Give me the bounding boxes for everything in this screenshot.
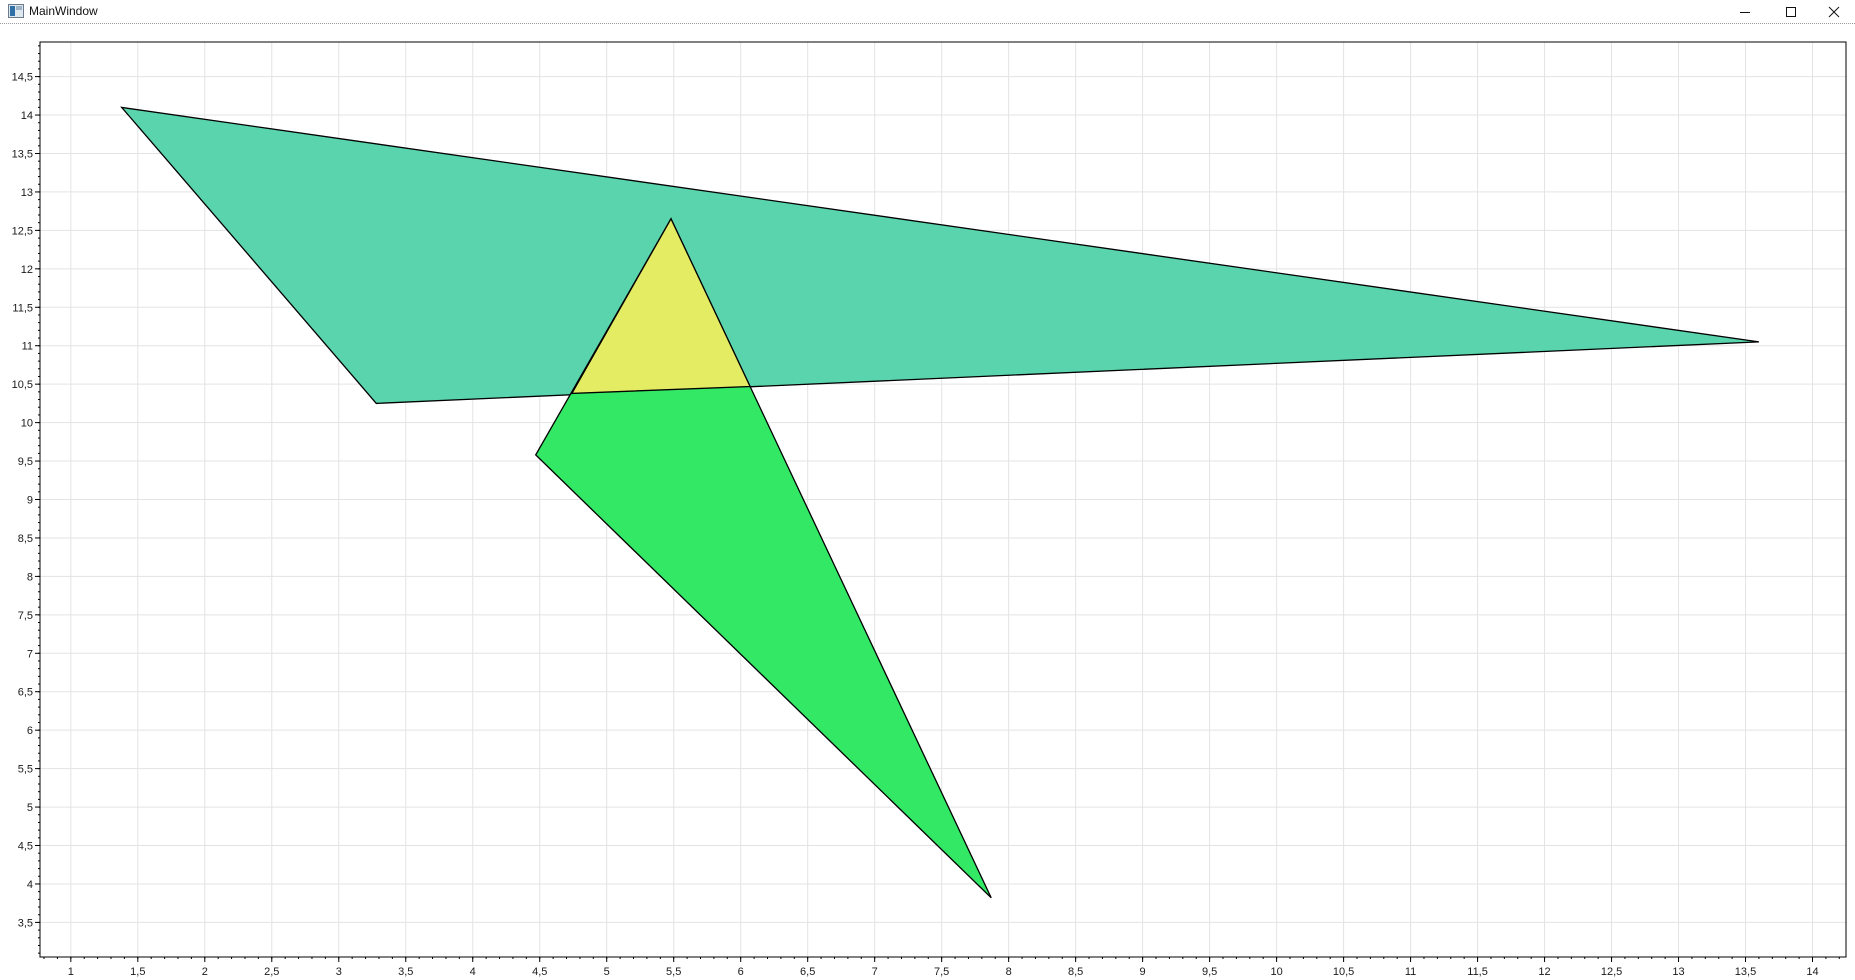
x-tick-label: 4,5: [532, 966, 547, 978]
y-tick-label: 12,5: [12, 225, 33, 237]
x-tick-label: 6: [738, 966, 744, 978]
x-tick-label: 9: [1140, 966, 1146, 978]
y-tick-label: 4,5: [18, 841, 33, 853]
x-tick-label: 7: [872, 966, 878, 978]
x-tick-label: 7,5: [934, 966, 949, 978]
x-tick-label: 2,5: [264, 966, 279, 978]
y-tick-label: 5: [27, 802, 33, 814]
y-tick-label: 12: [21, 264, 33, 276]
y-tick-label: 4: [27, 879, 33, 891]
y-tick-label: 9,5: [18, 456, 33, 468]
x-tick-label: 5: [604, 966, 610, 978]
x-tick-label: 6,5: [800, 966, 815, 978]
x-tick-label: 10,5: [1333, 966, 1354, 978]
x-tick-label: 4: [470, 966, 476, 978]
window-title: MainWindow: [29, 4, 98, 18]
x-tick-label: 8,5: [1068, 966, 1083, 978]
x-tick-label: 13,5: [1735, 966, 1756, 978]
y-tick-label: 9: [27, 495, 33, 507]
y-tick-label: 10: [21, 418, 33, 430]
x-tick-label: 1: [68, 966, 74, 978]
y-tick-label: 6,5: [18, 687, 33, 699]
polygon-layer: [120, 106, 1759, 899]
y-tick-label: 14: [21, 110, 33, 122]
y-tick-label: 8: [27, 571, 33, 583]
minimize-icon: [1740, 11, 1750, 13]
y-tick-label: 13: [21, 187, 33, 199]
x-tick-label: 8: [1006, 966, 1012, 978]
polygon-shape: [120, 106, 1759, 405]
x-tick-label: 11,5: [1467, 966, 1488, 978]
y-tick-label: 11: [22, 341, 33, 353]
maximize-button[interactable]: [1768, 0, 1814, 23]
plot-area[interactable]: 1 1,5 2 2,5 3 3,5 4 4,5 5 5,5 6 6,5 7 7,5 8 8,5 9 9,5 10 10…: [0, 25, 1855, 980]
close-icon: [1828, 6, 1840, 17]
x-tick-label: 5,5: [666, 966, 681, 978]
y-tick-label: 7,5: [18, 610, 33, 622]
app-window-icon: [8, 4, 24, 18]
y-tick-label: 8,5: [18, 533, 33, 545]
x-tick-label: 12,5: [1601, 966, 1622, 978]
y-tick-label: 11,5: [12, 302, 33, 314]
x-tick-label: 14: [1806, 966, 1818, 978]
y-tick-label: 13,5: [12, 148, 33, 160]
y-tick-label: 6: [27, 725, 33, 737]
maximize-icon: [1786, 6, 1796, 17]
title-bar[interactable]: MainWindow: [0, 0, 1855, 24]
x-tick-label: 9,5: [1202, 966, 1217, 978]
y-tick-label: 7: [27, 648, 33, 660]
y-tick-label: 10,5: [12, 379, 33, 391]
close-button[interactable]: [1811, 0, 1855, 23]
x-tick-label: 3: [336, 966, 342, 978]
x-tick-label: 12: [1538, 966, 1550, 978]
y-tick-label: 14,5: [12, 72, 33, 84]
x-tick-label: 3,5: [398, 966, 413, 978]
x-tick-label: 1,5: [130, 966, 145, 978]
y-tick-label: 5,5: [18, 764, 33, 776]
x-tick-label: 10: [1270, 966, 1282, 978]
y-tick-label: 3,5: [18, 917, 33, 929]
x-tick-label: 13: [1672, 966, 1684, 978]
x-tick-label: 11: [1405, 966, 1416, 978]
minimize-button[interactable]: [1722, 0, 1768, 23]
x-tick-label: 2: [202, 966, 208, 978]
